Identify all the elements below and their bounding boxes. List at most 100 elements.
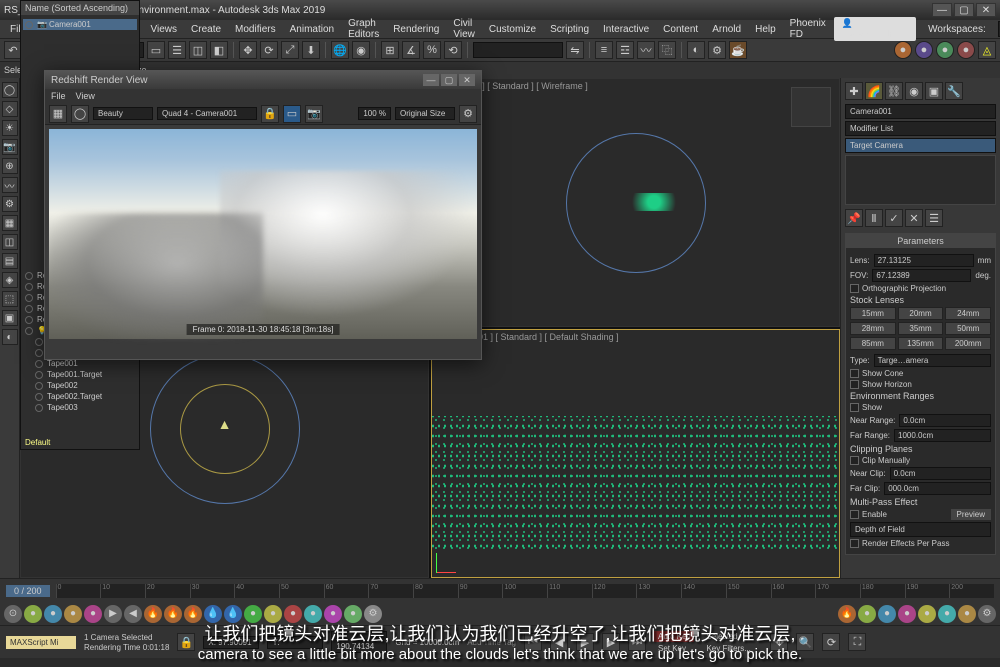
- menu-customize[interactable]: Customize: [483, 22, 542, 37]
- rollout-header[interactable]: Parameters: [846, 234, 995, 248]
- render-output-image[interactable]: Frame 0: 2018-11-30 18:45:18 [3m:18s]: [49, 129, 477, 339]
- near-clip-field[interactable]: 0.0cm: [890, 467, 991, 480]
- clip-manually-checkbox[interactable]: [850, 456, 859, 465]
- rotate-button[interactable]: ⟳: [260, 41, 278, 59]
- tree-node[interactable]: Tape002: [23, 380, 137, 391]
- display-tab-icon[interactable]: ▣: [925, 82, 943, 100]
- create-light-icon[interactable]: ☀: [2, 120, 18, 136]
- spinner-snap-button[interactable]: ⟲: [444, 41, 462, 59]
- unique-icon[interactable]: ✓: [885, 209, 903, 227]
- tool-icon-7[interactable]: ◐: [2, 329, 18, 345]
- create-space-icon[interactable]: 〰: [2, 177, 18, 193]
- close-button[interactable]: ✕: [976, 3, 996, 17]
- show-result-icon[interactable]: Ⅱ: [865, 209, 883, 227]
- render-menu-view[interactable]: View: [76, 91, 95, 101]
- render-setup-button[interactable]: ⚙: [708, 41, 726, 59]
- menu-grapheditors[interactable]: Graph Editors: [342, 16, 385, 42]
- modifier-stack[interactable]: [845, 155, 996, 205]
- menu-interactive[interactable]: Interactive: [597, 22, 655, 37]
- menu-animation[interactable]: Animation: [284, 22, 340, 37]
- pin-stack-icon[interactable]: 📌: [845, 209, 863, 227]
- viewcube[interactable]: [791, 87, 831, 127]
- configure-icon[interactable]: ☰: [925, 209, 943, 227]
- menu-arnold[interactable]: Arnold: [706, 22, 747, 37]
- tree-node[interactable]: Tape003: [23, 402, 137, 413]
- menu-modifiers[interactable]: Modifiers: [229, 22, 282, 37]
- layers-button[interactable]: ☲: [616, 41, 634, 59]
- redshift-icon[interactable]: ●: [894, 41, 912, 59]
- zoom-select[interactable]: 100 %: [358, 107, 391, 120]
- maximize-button[interactable]: ▢: [954, 3, 974, 17]
- lens-preset[interactable]: 20mm: [898, 307, 944, 320]
- tool-icon-5[interactable]: ⬚: [2, 291, 18, 307]
- motion-tab-icon[interactable]: ◉: [905, 82, 923, 100]
- render-min-button[interactable]: —: [423, 74, 439, 86]
- far-clip-field[interactable]: 000.0cm: [884, 482, 991, 495]
- viewport-top-right[interactable]: [ + ] [ Front ] [ Standard ] [ Wireframe…: [431, 78, 840, 327]
- modifier-list[interactable]: Modifier List: [845, 121, 996, 136]
- menu-content[interactable]: Content: [657, 22, 704, 37]
- select-button[interactable]: ▭: [147, 41, 165, 59]
- lens-field[interactable]: 27.13125: [874, 254, 974, 267]
- move-button[interactable]: ✥: [239, 41, 257, 59]
- create-camera-icon[interactable]: 📷: [2, 139, 18, 155]
- render-start-button[interactable]: ◯: [71, 105, 89, 123]
- modify-tab-icon[interactable]: 🌈: [865, 82, 883, 100]
- lens-preset[interactable]: 50mm: [945, 322, 991, 335]
- timeline-track[interactable]: 0102030405060708090100110120130140150160…: [56, 584, 994, 598]
- render-close-button[interactable]: ✕: [459, 74, 475, 86]
- remove-icon[interactable]: ✕: [905, 209, 923, 227]
- camera-type-select[interactable]: Targe…amera: [874, 354, 991, 367]
- place-button[interactable]: ⬇: [302, 41, 320, 59]
- render-menu-file[interactable]: File: [51, 91, 66, 101]
- object-name-field[interactable]: Camera001: [845, 104, 996, 119]
- showhorizon-checkbox[interactable]: [850, 380, 859, 389]
- sort-header[interactable]: Name (Sorted Ascending): [25, 3, 128, 13]
- render-max-button[interactable]: ▢: [441, 74, 457, 86]
- menu-create[interactable]: Create: [185, 22, 227, 37]
- lens-preset[interactable]: 15mm: [850, 307, 896, 320]
- create-tab-icon[interactable]: ✚: [845, 82, 863, 100]
- ortho-checkbox[interactable]: [850, 284, 859, 293]
- preview-button[interactable]: Preview: [951, 509, 991, 520]
- tree-node[interactable]: Tape002.Target: [23, 391, 137, 402]
- phoenix-icon[interactable]: ◬: [978, 41, 996, 59]
- lens-preset[interactable]: 35mm: [898, 322, 944, 335]
- ipr-button[interactable]: ▦: [49, 105, 67, 123]
- reffects-checkbox[interactable]: [850, 539, 859, 548]
- showcone-checkbox[interactable]: [850, 369, 859, 378]
- viewport-bottom-right[interactable]: [ Camera001 ] [ Standard ] [ Default Sha…: [431, 329, 840, 578]
- scale-button[interactable]: ⤢: [281, 41, 299, 59]
- pivot-button[interactable]: ◉: [352, 41, 370, 59]
- tree-node[interactable]: Tape001.Target: [23, 369, 137, 380]
- refcoord-button[interactable]: 🌐: [331, 41, 349, 59]
- tool-icon-3[interactable]: ▤: [2, 253, 18, 269]
- settings-icon[interactable]: ⚙: [459, 105, 477, 123]
- render-camera-select[interactable]: Quad 4 - Camera001: [157, 107, 257, 120]
- lens-preset[interactable]: 135mm: [898, 337, 944, 350]
- tool-icon-6[interactable]: ▣: [2, 310, 18, 326]
- mirror-button[interactable]: ⇋: [566, 41, 584, 59]
- menu-phoenixfd[interactable]: Phoenix FD: [784, 16, 832, 42]
- tool-icon-4[interactable]: ◈: [2, 272, 18, 288]
- size-select[interactable]: Original Size: [395, 107, 455, 120]
- frame-indicator[interactable]: 0 / 200: [6, 585, 50, 597]
- percent-snap-button[interactable]: %: [423, 41, 441, 59]
- show-checkbox[interactable]: [850, 403, 859, 412]
- window-crossing-button[interactable]: ◧: [210, 41, 228, 59]
- create-helper-icon[interactable]: ⊕: [2, 158, 18, 174]
- plugin-icon[interactable]: ●: [915, 41, 933, 59]
- schematic-button[interactable]: ⿻: [658, 41, 676, 59]
- material-editor-button[interactable]: ◐: [687, 41, 705, 59]
- named-selection-input[interactable]: [473, 42, 563, 58]
- lens-preset[interactable]: 24mm: [945, 307, 991, 320]
- render-window-titlebar[interactable]: Redshift Render View —▢✕: [45, 71, 481, 89]
- tool-icon[interactable]: ▦: [2, 215, 18, 231]
- select-name-button[interactable]: ☰: [168, 41, 186, 59]
- dof-select[interactable]: Depth of Field: [850, 522, 991, 537]
- aov-select[interactable]: Beauty: [93, 107, 153, 120]
- lock-icon[interactable]: 🔒: [261, 105, 279, 123]
- modifier-stack-item[interactable]: Target Camera: [845, 138, 996, 153]
- angle-snap-button[interactable]: ∡: [402, 41, 420, 59]
- lens-preset[interactable]: 85mm: [850, 337, 896, 350]
